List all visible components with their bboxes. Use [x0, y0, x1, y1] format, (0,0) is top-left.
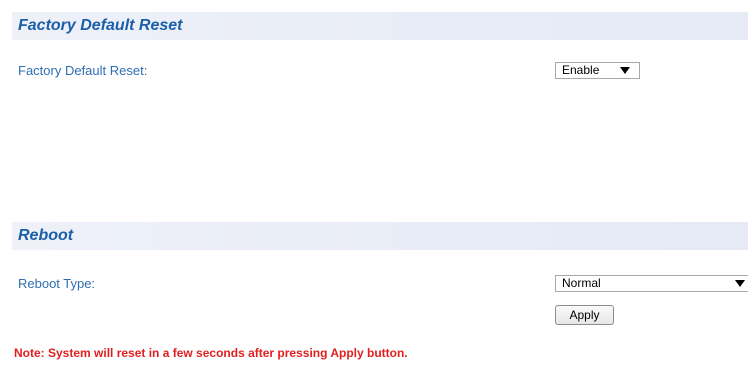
reboot-type-label: Reboot Type:	[18, 276, 96, 291]
triangle-down-icon	[735, 280, 745, 287]
reboot-section-header: Reboot	[12, 222, 748, 250]
factory-reset-section-header: Factory Default Reset	[12, 12, 748, 40]
factory-reset-label: Factory Default Reset:	[18, 63, 148, 78]
factory-reset-section-title: Factory Default Reset	[18, 17, 183, 34]
triangle-down-icon	[620, 67, 630, 74]
reset-warning-note: Note: System will reset in a few seconds…	[14, 346, 408, 360]
settings-page: Factory Default Reset Factory Default Re…	[0, 0, 748, 367]
reboot-type-select[interactable]: Normal	[555, 275, 748, 292]
factory-reset-select-value: Enable	[562, 63, 600, 77]
apply-button[interactable]: Apply	[555, 305, 614, 325]
reboot-section-title: Reboot	[18, 227, 74, 244]
factory-reset-select[interactable]: Enable	[555, 62, 640, 79]
reboot-type-select-value: Normal	[562, 276, 601, 290]
